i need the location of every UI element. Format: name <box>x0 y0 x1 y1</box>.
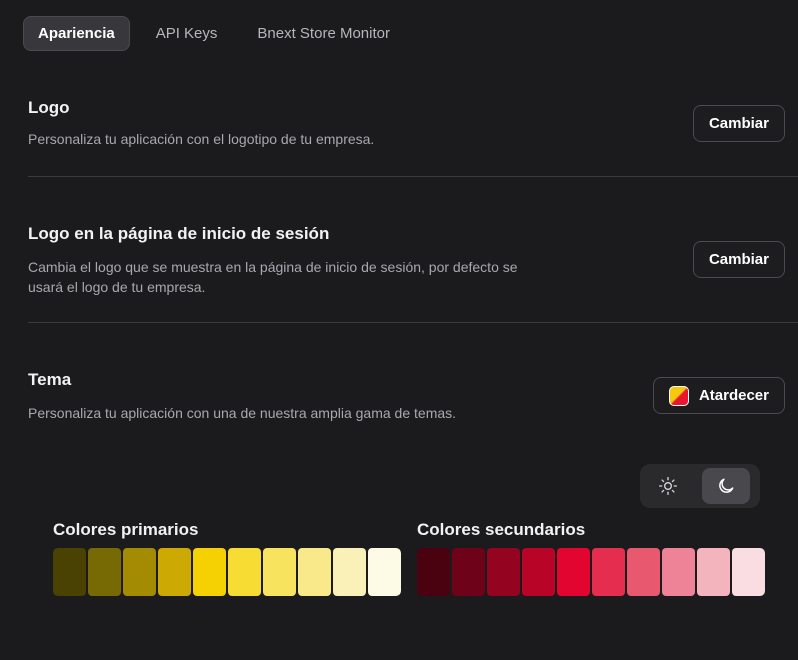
primary-colors-title: Colores primarios <box>53 520 199 539</box>
color-mode-toggle <box>640 464 760 508</box>
color-swatch <box>487 548 520 596</box>
login-logo-section: Logo en la página de inicio de sesión Ca… <box>28 224 798 297</box>
tab-apariencia[interactable]: Apariencia <box>23 16 130 51</box>
change-login-logo-button[interactable]: Cambiar <box>692 241 785 278</box>
theme-swatch-icon <box>668 385 689 406</box>
color-swatch <box>88 548 121 596</box>
sun-icon <box>659 477 677 495</box>
change-logo-button[interactable]: Cambiar <box>692 105 785 142</box>
color-swatch <box>193 548 226 596</box>
primary-colors-palette: Colores primarios <box>53 520 401 596</box>
secondary-colors-title: Colores secundarios <box>417 520 586 539</box>
color-swatch <box>333 548 366 596</box>
color-swatch <box>662 548 695 596</box>
settings-tabs: Apariencia API Keys Bnext Store Monitor <box>23 16 416 51</box>
color-swatch <box>298 548 331 596</box>
color-swatch <box>123 548 156 596</box>
color-swatch <box>557 548 590 596</box>
color-swatch <box>592 548 625 596</box>
theme-description: Personaliza tu aplicación con una de nue… <box>28 405 457 421</box>
color-swatch <box>522 548 555 596</box>
color-swatch <box>452 548 485 596</box>
tab-api-keys[interactable]: API Keys <box>142 16 232 51</box>
color-swatch <box>158 548 191 596</box>
logo-description: Personaliza tu aplicación con el logotip… <box>28 131 375 147</box>
color-swatch <box>368 548 401 596</box>
color-swatch <box>417 548 450 596</box>
color-swatch <box>228 548 261 596</box>
color-swatch <box>697 548 730 596</box>
theme-selected-label: Atardecer <box>698 387 769 404</box>
divider <box>28 176 798 177</box>
logo-title: Logo <box>28 98 70 117</box>
secondary-colors-palette: Colores secundarios <box>417 520 765 596</box>
login-logo-description: Cambia el logo que se muestra en la pági… <box>28 259 518 295</box>
theme-select-button[interactable]: Atardecer <box>652 377 785 414</box>
login-logo-title: Logo en la página de inicio de sesión <box>28 224 330 243</box>
primary-swatches <box>53 548 401 596</box>
light-mode-button[interactable] <box>644 468 692 504</box>
logo-section: Logo Personaliza tu aplicación con el lo… <box>28 98 798 149</box>
moon-icon <box>719 478 734 493</box>
color-swatch <box>627 548 660 596</box>
dark-mode-button[interactable] <box>702 468 750 504</box>
color-swatch <box>53 548 86 596</box>
color-swatch <box>732 548 765 596</box>
tab-bnext-store-monitor[interactable]: Bnext Store Monitor <box>243 16 404 51</box>
divider <box>28 322 798 323</box>
color-swatch <box>263 548 296 596</box>
secondary-swatches <box>417 548 765 596</box>
